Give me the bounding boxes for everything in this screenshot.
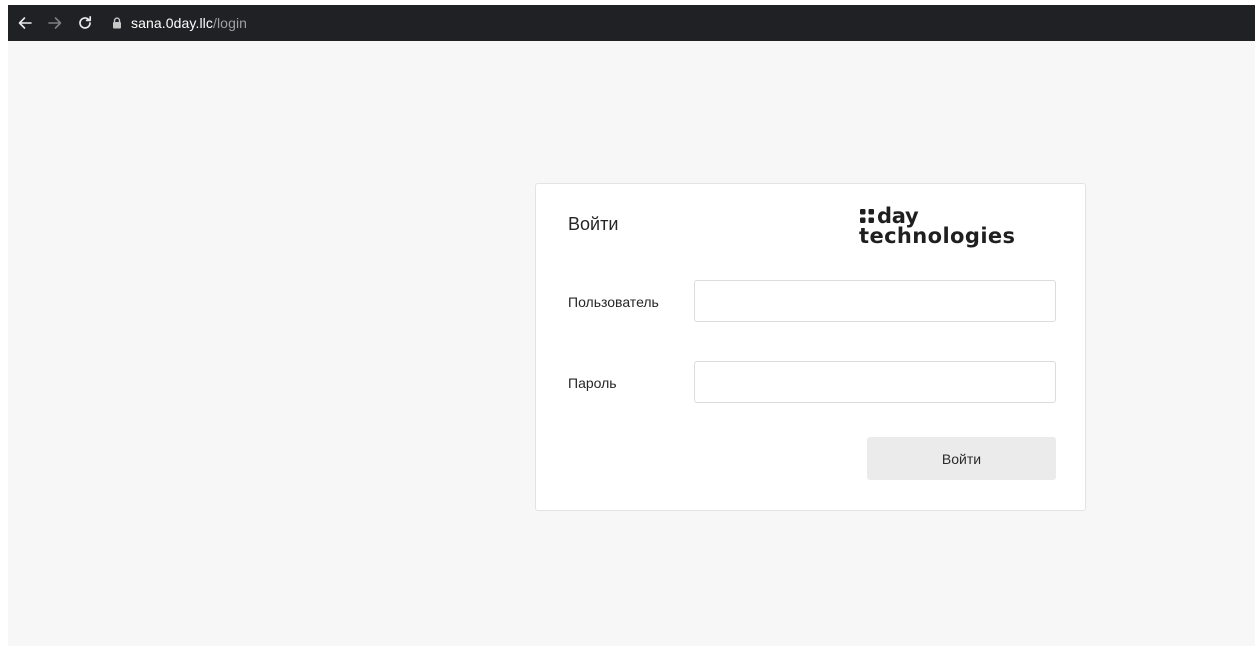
reload-button[interactable] <box>72 10 98 36</box>
logo-text-day: day <box>877 204 919 228</box>
arrow-left-icon <box>18 17 32 29</box>
logo-mark-icon <box>860 209 874 223</box>
url-path: /login <box>212 15 248 31</box>
url-field[interactable]: sana.0day.llc/login <box>112 15 247 31</box>
forward-button[interactable] <box>42 10 68 36</box>
back-button[interactable] <box>12 10 38 36</box>
logo-text-technologies: technologies <box>859 224 1016 248</box>
company-logo: day technologies <box>859 204 1040 248</box>
login-button[interactable]: Войти <box>867 437 1056 480</box>
password-input[interactable] <box>694 361 1056 403</box>
username-input[interactable] <box>694 280 1056 322</box>
password-label: Пароль <box>568 375 617 391</box>
reload-icon <box>79 15 92 29</box>
login-title: Войти <box>568 214 619 234</box>
login-card: Войти day technologies Пользователь Паро… <box>535 183 1086 511</box>
url-host: sana.0day.llc <box>131 15 213 31</box>
page-viewport: sana.0day.llc/login Войти day technologi… <box>8 5 1255 646</box>
arrow-right-icon <box>48 17 62 29</box>
browser-address-bar: sana.0day.llc/login <box>8 5 1255 41</box>
username-label: Пользователь <box>568 294 659 310</box>
lock-icon <box>113 17 121 29</box>
